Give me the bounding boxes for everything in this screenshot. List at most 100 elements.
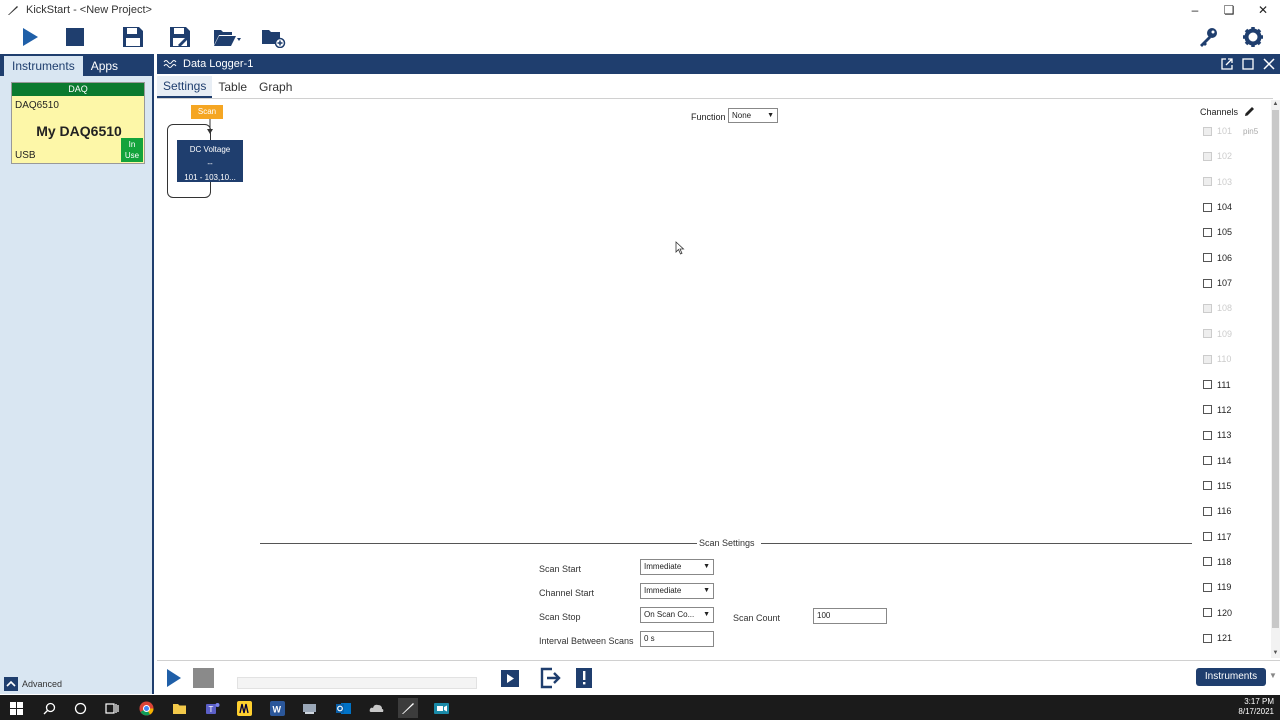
chevron-up-icon	[4, 677, 18, 691]
channel-checkbox[interactable]	[1203, 227, 1212, 237]
channel-row[interactable]: 111	[1203, 380, 1231, 390]
miro-icon[interactable]	[234, 698, 254, 718]
channel-row[interactable]: 118	[1203, 557, 1231, 567]
channel-row[interactable]: 104	[1203, 202, 1232, 212]
interval-input[interactable]: 0 s	[640, 631, 714, 647]
channel-row[interactable]: 117	[1203, 532, 1231, 542]
advanced-toggle[interactable]: Advanced	[4, 677, 62, 691]
channel-row[interactable]: 119	[1203, 582, 1231, 592]
tab-settings[interactable]: Settings	[157, 76, 213, 98]
channel-scrollbar[interactable]: ▲ ▼	[1271, 100, 1280, 658]
channel-row[interactable]: 115	[1203, 481, 1231, 491]
channel-row[interactable]: 112	[1203, 405, 1231, 415]
channel-checkbox[interactable]	[1203, 481, 1212, 491]
scan-tag[interactable]: Scan	[191, 105, 223, 119]
channel-start-select[interactable]: Immediate ▼	[640, 583, 714, 599]
channel-checkbox[interactable]	[1203, 278, 1212, 288]
windows-start-icon[interactable]	[6, 698, 26, 718]
channel-checkbox[interactable]	[1203, 456, 1212, 466]
channel-label: 105	[1217, 227, 1233, 238]
channel-row[interactable]: 106	[1203, 253, 1232, 263]
channel-checkbox[interactable]	[1203, 506, 1212, 516]
close-icon[interactable]	[1261, 56, 1276, 71]
channel-checkbox[interactable]	[1203, 633, 1212, 643]
network-drive-icon[interactable]	[299, 698, 319, 718]
window-controls: – ❏ ✕	[1178, 0, 1280, 20]
dc-voltage-block[interactable]: DC Voltage -- 101 - 103,10...	[177, 140, 243, 182]
task-view-icon[interactable]	[102, 698, 122, 718]
taskbar-time: 3:17 PM	[1244, 697, 1274, 706]
windows-taskbar: T W 3:17 PM 8/17/2021	[0, 695, 1280, 720]
scan-count-input[interactable]: 100	[813, 608, 887, 624]
pencil-icon[interactable]	[1244, 106, 1255, 117]
save-icon[interactable]	[119, 24, 147, 50]
channel-checkbox[interactable]	[1203, 582, 1212, 592]
channel-checkbox	[1203, 126, 1212, 136]
screen-recorder-icon[interactable]	[431, 698, 451, 718]
scan-start-select[interactable]: Immediate ▼	[640, 559, 714, 575]
scan-progress-bar	[237, 677, 477, 689]
save-as-icon[interactable]	[166, 24, 194, 50]
tab-apps[interactable]: Apps	[83, 56, 126, 76]
cloud-app-icon[interactable]	[366, 698, 386, 718]
chrome-icon[interactable]	[136, 698, 156, 718]
channel-checkbox[interactable]	[1203, 202, 1212, 212]
channel-row[interactable]: 107	[1203, 278, 1232, 288]
export-icon[interactable]	[540, 667, 562, 689]
taskbar-clock[interactable]: 3:17 PM 8/17/2021	[1238, 697, 1274, 717]
channel-checkbox[interactable]	[1203, 608, 1212, 618]
pop-out-icon[interactable]	[1219, 56, 1234, 71]
outlook-icon[interactable]	[333, 698, 353, 718]
channel-alias: pin5	[1243, 126, 1259, 136]
cortana-icon[interactable]	[70, 698, 90, 718]
channel-row[interactable]: 114	[1203, 456, 1231, 466]
new-folder-icon[interactable]	[259, 24, 287, 50]
channel-row[interactable]: 120	[1203, 608, 1232, 618]
instrument-card-daq6510[interactable]: DAQ DAQ6510 My DAQ6510 USB In Use	[11, 82, 145, 164]
close-window-icon[interactable]: ✕	[1246, 0, 1280, 20]
tab-instruments[interactable]: Instruments	[4, 56, 83, 76]
chevron-down-icon[interactable]: ▼	[1269, 671, 1277, 680]
search-icon[interactable]	[39, 698, 59, 718]
channel-label: 103	[1217, 176, 1233, 187]
step-run-icon[interactable]	[499, 667, 521, 689]
scroll-up-icon[interactable]: ▲	[1271, 100, 1280, 109]
function-select[interactable]: None ▼	[728, 108, 778, 123]
alert-icon[interactable]	[573, 667, 595, 689]
instruments-button[interactable]: Instruments	[1196, 668, 1266, 686]
channel-checkbox[interactable]	[1203, 557, 1212, 567]
channel-checkbox	[1203, 354, 1212, 364]
run-scan-icon[interactable]	[165, 668, 183, 688]
word-icon[interactable]: W	[267, 698, 287, 718]
channel-checkbox[interactable]	[1203, 532, 1212, 542]
caret-down-icon: ▼	[767, 112, 774, 119]
file-explorer-icon[interactable]	[169, 698, 189, 718]
channel-checkbox[interactable]	[1203, 405, 1212, 415]
channel-row[interactable]: 116	[1203, 506, 1231, 516]
run-icon[interactable]	[16, 24, 44, 50]
gear-icon[interactable]	[1239, 24, 1267, 50]
channel-checkbox[interactable]	[1203, 253, 1212, 263]
open-folder-icon[interactable]	[210, 24, 244, 50]
kickstart-taskbar-icon[interactable]	[398, 698, 418, 718]
channel-row[interactable]: 121	[1203, 633, 1232, 643]
channel-checkbox[interactable]	[1203, 430, 1212, 440]
tab-graph[interactable]: Graph	[253, 76, 298, 98]
channel-row[interactable]: 105	[1203, 227, 1232, 237]
channel-row: 102	[1203, 151, 1232, 161]
maximize-icon[interactable]	[1240, 56, 1255, 71]
in-use-badge: In Use	[121, 138, 143, 162]
channel-checkbox[interactable]	[1203, 380, 1212, 389]
stop-icon[interactable]	[61, 24, 89, 50]
tab-table[interactable]: Table	[212, 76, 253, 98]
scan-stop-label: Scan Stop	[539, 612, 581, 622]
key-icon[interactable]	[1194, 24, 1222, 50]
channel-row[interactable]: 113	[1203, 430, 1231, 440]
scroll-down-icon[interactable]: ▼	[1271, 649, 1280, 658]
restore-icon[interactable]: ❏	[1212, 0, 1246, 20]
stop-scan-icon[interactable]	[193, 668, 214, 688]
scan-stop-select[interactable]: On Scan Co... ▼	[640, 607, 714, 623]
teams-icon[interactable]: T	[202, 698, 222, 718]
scrollbar-thumb[interactable]	[1272, 110, 1279, 628]
minimize-icon[interactable]: –	[1178, 0, 1212, 20]
